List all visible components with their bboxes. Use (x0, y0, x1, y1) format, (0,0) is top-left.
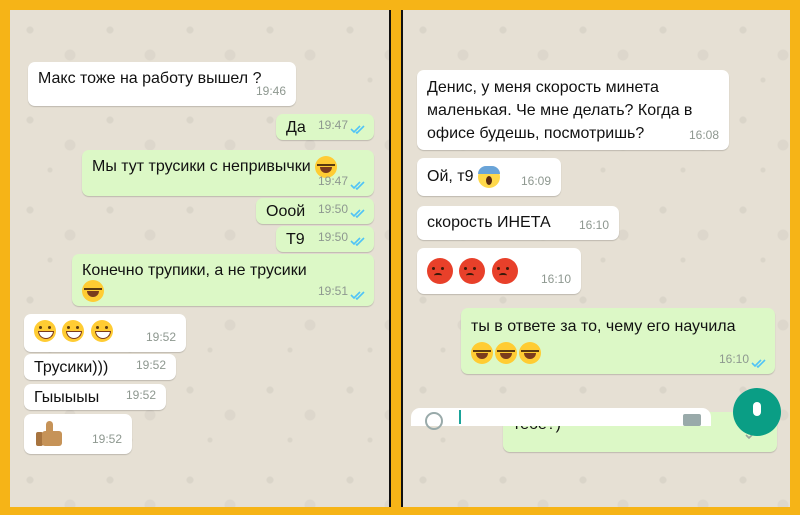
message-incoming[interactable]: Ой, т9 16:09 (417, 158, 561, 196)
mic-button[interactable] (733, 388, 781, 436)
emoji-button-icon[interactable] (425, 412, 443, 430)
right-chat-screenshot: Денис, у меня скорость минета маленькая.… (401, 10, 790, 507)
message-time: 19:52 (125, 388, 156, 402)
message-time: 19:52 (91, 432, 122, 446)
message-time: 19:51 (317, 284, 348, 298)
message-incoming[interactable]: Макс тоже на работу вышел ? 19:46 (28, 62, 296, 106)
laughing-emoji-icon (82, 280, 104, 302)
message-text: Денис, у меня скорость минета маленькая.… (427, 79, 693, 142)
message-emojis (427, 258, 520, 284)
message-time: 16:09 (520, 174, 551, 188)
message-time: 19:50 (317, 230, 348, 244)
message-text: Ооой (266, 203, 306, 220)
laughing-emoji-icon (495, 342, 517, 364)
message-time: 19:52 (145, 330, 176, 344)
message-incoming[interactable]: 16:10 (417, 248, 581, 294)
message-time: 16:08 (688, 128, 719, 142)
thumbs-up-icon (36, 420, 64, 448)
message-text: Т9 (286, 231, 305, 248)
laughing-emoji-icon (471, 342, 493, 364)
double-check-icon (350, 125, 365, 134)
message-time: 19:46 (255, 84, 286, 98)
message-outgoing[interactable]: Ооой 19:50 (256, 198, 374, 224)
angry-face-icon (459, 258, 486, 284)
angry-face-icon (491, 258, 518, 284)
message-time: 19:47 (317, 118, 348, 132)
message-text: ты в ответе за то, чему его научила (471, 318, 736, 335)
message-incoming[interactable]: 19:52 (24, 314, 186, 352)
message-outgoing[interactable]: Т9 19:50 (276, 226, 374, 252)
message-outgoing[interactable]: Мы тут трусики с непривычки 19:47 (82, 150, 374, 196)
message-time: 16:10 (540, 272, 571, 286)
message-incoming[interactable]: Денис, у меня скорость минета маленькая.… (417, 70, 729, 150)
double-check-icon (350, 209, 365, 218)
message-time: 19:52 (135, 358, 166, 372)
message-time: 19:50 (317, 202, 348, 216)
double-check-icon (350, 291, 365, 300)
message-incoming[interactable]: 19:52 (24, 414, 132, 454)
message-text: скорость ИНЕТА (427, 214, 551, 231)
message-text: Да (286, 119, 306, 136)
message-text: Макс тоже на работу вышел ? (38, 70, 262, 87)
laughing-emoji-icon (519, 342, 541, 364)
text-cursor (459, 410, 461, 424)
message-text: Конечно трупики, а не трусики (82, 262, 307, 279)
double-check-icon (751, 359, 766, 368)
double-check-icon (350, 181, 365, 190)
message-outgoing[interactable]: ты в ответе за то, чему его научила 16:1… (461, 308, 775, 374)
message-input-bar[interactable] (411, 408, 711, 430)
left-chat-screenshot: Макс тоже на работу вышел ? 19:46 Да 19:… (10, 10, 391, 507)
message-text: Гыыыыы (34, 389, 100, 406)
message-incoming[interactable]: Гыыыыы 19:52 (24, 384, 166, 410)
message-text: Трусики))) (34, 359, 109, 376)
message-text: Ой, т9 (427, 166, 502, 188)
grinning-emoji-icon (34, 320, 56, 342)
message-emojis (471, 342, 543, 364)
grinning-emoji-icon (62, 320, 85, 342)
panel-divider (391, 10, 401, 507)
message-incoming[interactable]: Трусики))) 19:52 (24, 354, 176, 380)
message-text: Мы тут трусики с непривычки (92, 156, 339, 178)
double-check-icon (350, 237, 365, 246)
angry-face-icon (427, 258, 453, 284)
message-outgoing[interactable]: Да 19:47 (276, 114, 374, 140)
message-time: 19:47 (317, 174, 348, 188)
screaming-emoji-icon (477, 166, 500, 188)
message-emojis (34, 320, 115, 342)
message-outgoing[interactable]: Конечно трупики, а не трусики 19:51 (72, 254, 374, 306)
message-incoming[interactable]: скорость ИНЕТА 16:10 (417, 206, 619, 240)
camera-icon[interactable] (683, 414, 701, 426)
grinning-emoji-icon (90, 320, 113, 342)
message-time: 16:10 (578, 218, 609, 232)
microphone-icon (753, 402, 761, 416)
message-time: 16:10 (718, 352, 749, 366)
